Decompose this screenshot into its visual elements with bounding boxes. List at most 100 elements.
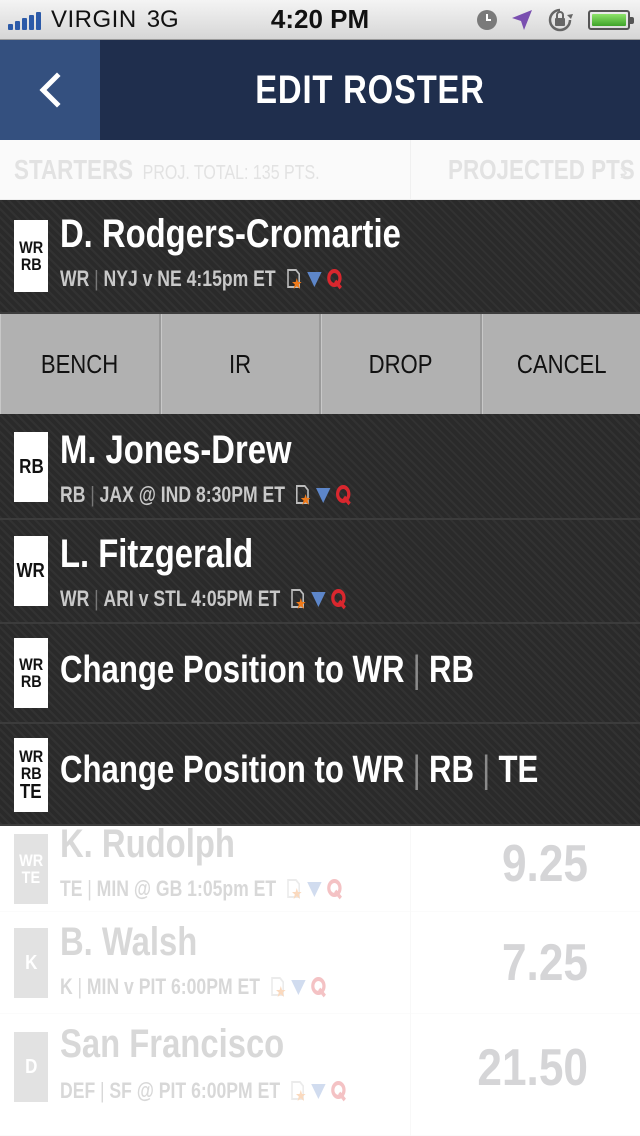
status-icons <box>290 588 351 610</box>
swap-player-row[interactable]: WR L. Fitzgerald WR | ARI v STL 4:05PM E… <box>0 520 640 624</box>
separator: | <box>412 748 421 791</box>
player-game: SF @ PIT 6:00PM ET <box>109 1078 281 1103</box>
player-name: M. Jones-Drew <box>60 428 292 472</box>
trend-down-icon <box>291 980 306 995</box>
player-details: WR | NYJ v NE 4:15pm ET <box>60 266 346 292</box>
swap-player-row[interactable]: RB M. Jones-Drew RB | JAX @ IND 8:30PM E… <box>0 414 640 520</box>
bench-button[interactable]: BENCH <box>0 314 161 414</box>
position-badge-line: TE <box>20 781 42 803</box>
news-icon <box>291 589 306 609</box>
cancel-button[interactable]: CANCEL <box>481 314 640 414</box>
rotation-lock-icon <box>546 7 574 33</box>
battery-icon <box>588 10 634 30</box>
position-badge-line: RB <box>18 456 44 478</box>
position-badge: K <box>14 928 48 998</box>
player-name: San Francisco <box>60 1022 285 1066</box>
trend-down-icon <box>311 1084 326 1099</box>
chevron-left-icon <box>39 72 61 108</box>
news-icon <box>291 1081 306 1101</box>
player-name: L. Fitzgerald <box>60 532 254 576</box>
separator: | <box>94 586 99 611</box>
change-position-option[interactable]: WR RB TE Change Position to WR | RB | TE <box>0 724 640 826</box>
action-bar: BENCH IR DROP CANCEL <box>0 314 640 414</box>
location-arrow-icon <box>510 8 534 32</box>
trend-down-icon <box>306 272 322 287</box>
separator: | <box>482 748 491 791</box>
projected-points: 9.25 <box>501 835 588 893</box>
change-position-label: Change Position to WR | RB | TE <box>60 746 538 794</box>
separator: | <box>77 974 83 999</box>
back-button[interactable] <box>0 40 100 140</box>
change-position-part: RB <box>428 648 474 691</box>
player-details: WR | ARI v STL 4:05PM ET <box>60 586 351 612</box>
position-badge-line: WR <box>18 655 44 674</box>
ir-button[interactable]: IR <box>160 314 321 414</box>
questionable-icon <box>336 485 351 506</box>
player-details: DEF | SF @ PIT 6:00PM ET <box>60 1078 350 1104</box>
position-badge-line: RB <box>20 672 42 691</box>
separator: | <box>94 266 99 291</box>
row-divider <box>410 826 411 912</box>
change-position-prefix: Change Position to WR <box>60 748 405 791</box>
position-badge-line: WR <box>16 560 46 582</box>
news-icon <box>271 977 286 997</box>
starters-label: STARTERS PROJ. TOTAL: 135 PTS. <box>14 154 320 186</box>
position-badge-line: WR <box>18 747 44 766</box>
player-game: MIN @ GB 1:05pm ET <box>96 876 277 901</box>
position-badge: WR TE <box>14 834 48 904</box>
player-details: RB | JAX @ IND 8:30PM ET <box>60 482 355 508</box>
questionable-icon <box>311 977 326 998</box>
header-divider <box>410 140 411 200</box>
separator: | <box>412 648 421 691</box>
chevron-right-icon: › <box>619 156 628 186</box>
position-badge: WR <box>14 536 48 606</box>
questionable-icon <box>331 1081 347 1102</box>
position-badge-line: RB <box>20 255 42 274</box>
roster-row: K B. Walsh K | MIN v PIT 6:00PM ET 7.25 <box>0 912 640 1014</box>
starters-header: STARTERS PROJ. TOTAL: 135 PTS. PROJECTED… <box>0 140 640 200</box>
drop-button-label: DROP <box>368 348 433 379</box>
cancel-button-label: CANCEL <box>516 348 607 379</box>
questionable-icon <box>327 879 343 900</box>
projected-points: 7.25 <box>501 934 588 992</box>
page-title: EDIT ROSTER <box>255 67 485 112</box>
roster-row: D San Francisco DEF | SF @ PIT 6:00PM ET… <box>0 1014 640 1136</box>
player-game: MIN v PIT 6:00PM ET <box>86 974 260 999</box>
player-details: TE | MIN @ GB 1:05pm ET <box>60 876 347 902</box>
player-name: K. Rudolph <box>60 822 235 866</box>
clock-icon <box>476 9 498 31</box>
position-badge-line: TE <box>21 868 41 887</box>
change-position-option[interactable]: WR RB Change Position to WR | RB <box>0 624 640 724</box>
roster-row: WR TE K. Rudolph TE | MIN @ GB 1:05pm ET… <box>0 822 640 912</box>
news-icon <box>286 269 302 289</box>
trend-down-icon <box>316 488 331 503</box>
player-details: K | MIN v PIT 6:00PM ET <box>60 974 330 1000</box>
player-game: ARI v STL 4:05PM ET <box>103 586 281 611</box>
position-badge: WR RB <box>14 220 48 292</box>
position-badge-line: WR <box>18 851 44 870</box>
ir-button-label: IR <box>229 348 252 379</box>
row-divider <box>410 1014 411 1136</box>
trend-down-icon <box>307 882 322 897</box>
player-name: B. Walsh <box>60 920 198 964</box>
news-icon <box>287 879 302 899</box>
change-position-part: RB <box>428 748 474 791</box>
status-icons <box>285 268 346 290</box>
player-game: NYJ v NE 4:15pm ET <box>103 266 276 291</box>
position-badge-line: RB <box>20 764 42 783</box>
selected-player-row[interactable]: WR RB D. Rodgers-Cromartie WR | NYJ v NE… <box>0 200 640 314</box>
position-badge-line: WR <box>18 238 44 257</box>
status-icons <box>286 878 347 900</box>
player-position: TE <box>60 876 83 901</box>
projected-pts-header: PROJECTED PTS <box>448 154 635 185</box>
position-badge-line: D <box>24 1056 38 1078</box>
projected-total: PROJ. TOTAL: 135 PTS. <box>142 162 320 184</box>
change-position-prefix: Change Position to WR <box>60 648 405 691</box>
projected-points: 21.50 <box>477 1039 588 1097</box>
player-position: K <box>60 974 73 999</box>
player-position: WR <box>60 586 90 611</box>
player-position: DEF <box>60 1078 96 1103</box>
drop-button[interactable]: DROP <box>321 314 482 414</box>
questionable-icon <box>331 589 347 610</box>
nav-bar: EDIT ROSTER <box>0 40 640 140</box>
